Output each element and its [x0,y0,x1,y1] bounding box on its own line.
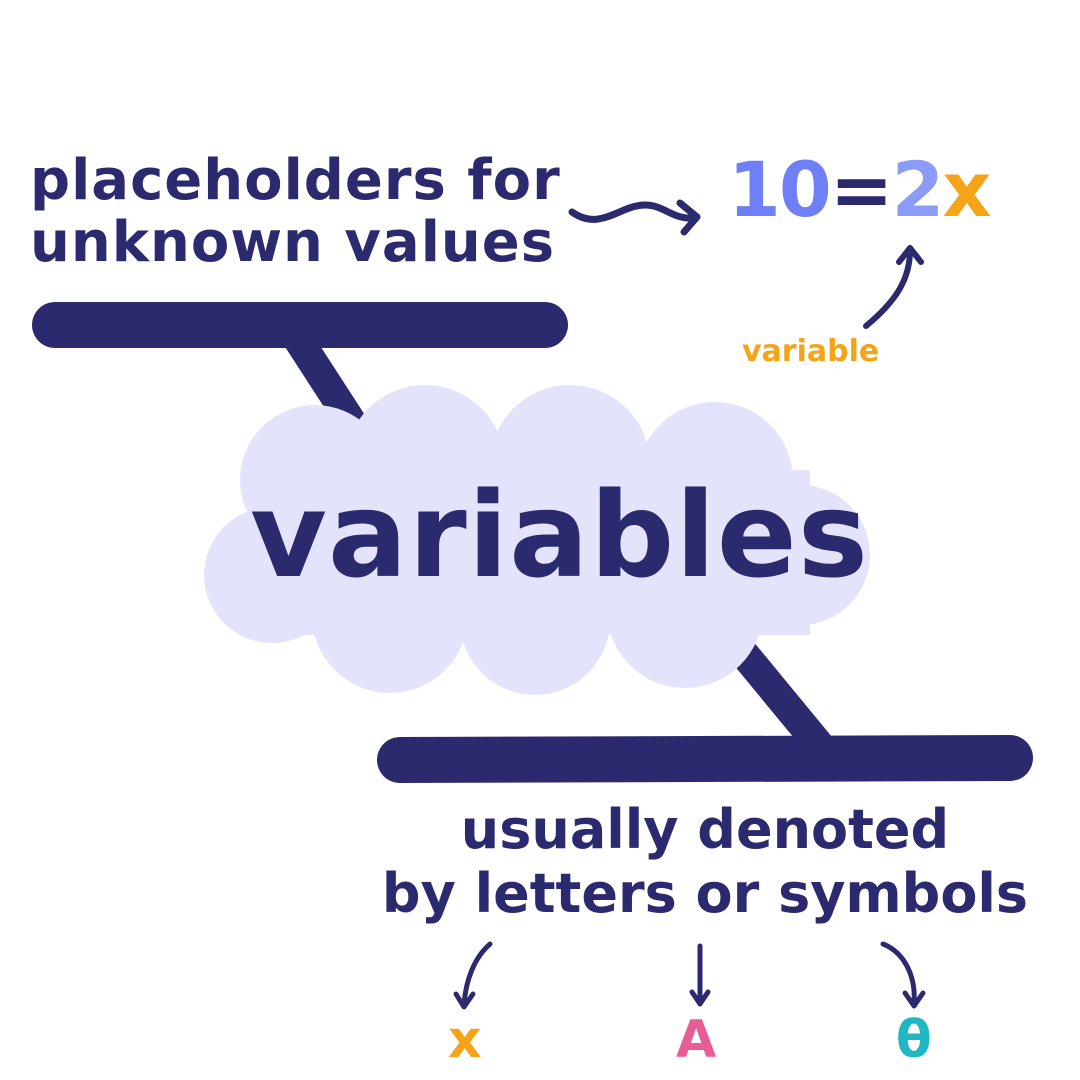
example-symbol-x: x [448,1010,482,1070]
top-description: placeholders for unknown values [30,150,561,274]
equation-variable: x [942,145,991,234]
bottom-bar [377,735,1033,783]
variable-note-arrow [863,245,924,329]
variable-note: variable [742,334,880,369]
top-description-line-2: unknown values [30,210,556,275]
equation-lhs: 10 [728,145,832,234]
squiggle-arrow [568,199,701,236]
example-symbol-theta: θ [896,1010,932,1070]
example-symbol-a: A [676,1010,717,1070]
variables-infographic: placeholders for unknown values 10=2x va… [0,0,1080,1080]
bottom-description-line-2: by letters or symbols [381,862,1029,925]
title: variables [250,466,869,604]
bottom-description: usually denoted by letters or symbols [375,798,1035,926]
equation-coefficient: 2 [891,145,944,234]
equation: 10=2x [728,150,991,230]
bottom-description-line-1: usually denoted [460,798,950,861]
symbol-arrows [453,941,926,1010]
equation-equals: = [829,145,894,234]
top-description-line-1: placeholders for [30,148,561,213]
